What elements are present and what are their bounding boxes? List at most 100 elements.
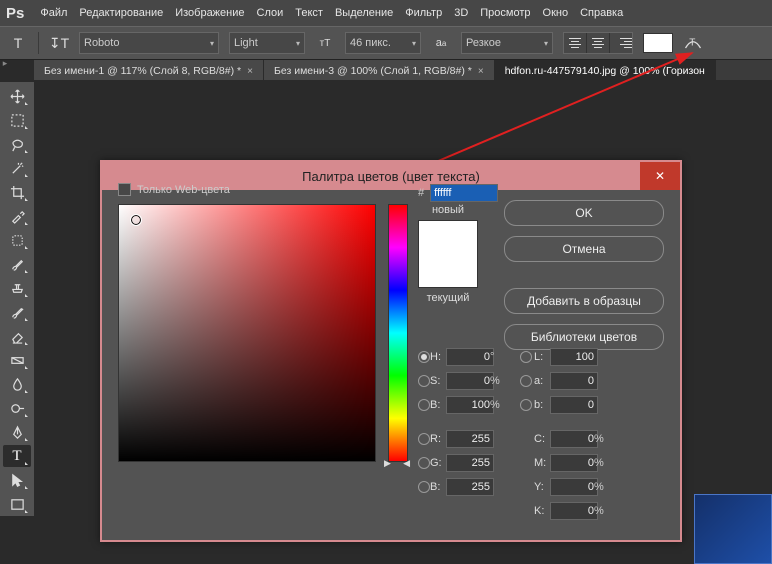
web-colors-checkbox[interactable] [118,183,131,196]
history-brush-tool[interactable] [3,301,31,323]
menu-file[interactable]: Файл [40,7,67,19]
unit-degree: ° [490,351,508,363]
input-s[interactable] [446,372,494,390]
tab-doc-1[interactable]: Без имени-1 @ 117% (Слой 8, RGB/8#) * × [34,60,264,82]
radio-b-hsb[interactable] [418,399,430,411]
align-left-button[interactable] [564,33,587,53]
radio-s[interactable] [418,375,430,387]
eyedropper-tool[interactable] [3,205,31,227]
magic-wand-tool[interactable] [3,157,31,179]
marquee-tool[interactable] [3,109,31,131]
menu-view[interactable]: Просмотр [480,7,530,19]
radio-h[interactable] [418,351,430,363]
input-c[interactable] [550,430,598,448]
menu-filter[interactable]: Фильтр [405,7,442,19]
unit-percent: % [594,505,612,517]
divider [38,32,39,54]
radio-r[interactable] [418,433,430,445]
panel-handle-icon[interactable]: ▸ [0,58,10,68]
unit-percent: % [594,433,612,445]
lasso-tool[interactable] [3,133,31,155]
tab-doc-2[interactable]: Без имени-3 @ 100% (Слой 1, RGB/8#) * × [264,60,495,82]
close-icon[interactable]: × [247,66,253,77]
tab-doc-3[interactable]: hdfon.ru-447579140.jpg @ 100% (Горизон [495,60,716,82]
ok-button[interactable]: OK [504,200,664,226]
align-center-button[interactable] [587,33,610,53]
blur-tool[interactable] [3,373,31,395]
label-b-lab: b: [534,399,550,411]
input-l[interactable] [550,348,598,366]
input-b-rgb[interactable] [446,478,494,496]
font-family-dropdown[interactable]: Roboto▾ [79,32,219,54]
hue-slider-marker[interactable]: ▶◀ [384,458,410,469]
antialias-value: Резкое [466,37,501,49]
move-tool[interactable] [3,85,31,107]
crop-tool[interactable] [3,181,31,203]
input-b-lab[interactable] [550,396,598,414]
hex-input[interactable] [430,184,498,202]
web-colors-label: Только Web-цвета [137,184,230,196]
antialias-dropdown[interactable]: Резкое▾ [461,32,553,54]
app-logo: Ps [6,5,24,22]
sb-picker-cursor[interactable] [131,215,141,225]
menu-select[interactable]: Выделение [335,7,393,19]
menu-help[interactable]: Справка [580,7,623,19]
align-right-button[interactable] [610,33,632,53]
antialias-icon: aa [431,33,451,53]
label-b-hsb: B: [430,399,446,411]
input-m[interactable] [550,454,598,472]
close-icon[interactable]: × [478,66,484,77]
color-libraries-button[interactable]: Библиотеки цветов [504,324,664,350]
text-color-swatch[interactable] [643,33,673,53]
input-b-hsb[interactable] [446,396,494,414]
label-m: M: [534,457,550,469]
input-g[interactable] [446,454,494,472]
hue-slider[interactable] [388,204,408,462]
tab-label: hdfon.ru-447579140.jpg @ 100% (Горизон [505,65,705,77]
radio-g[interactable] [418,457,430,469]
menu-image[interactable]: Изображение [175,7,244,19]
radio-a[interactable] [520,375,532,387]
label-s: S: [430,375,446,387]
dodge-tool[interactable] [3,397,31,419]
gradient-tool[interactable] [3,349,31,371]
input-h[interactable] [446,348,494,366]
radio-b-rgb[interactable] [418,481,430,493]
menu-layer[interactable]: Слои [257,7,284,19]
input-y[interactable] [550,478,598,496]
add-to-swatches-button[interactable]: Добавить в образцы [504,288,664,314]
path-selection-tool[interactable] [3,469,31,491]
new-current-swatch[interactable] [418,220,478,288]
color-value-fields: H:° L: S:% a: B:% b: R: C:% G: M:% B: Y:… [418,348,612,520]
menu-edit[interactable]: Редактирование [79,7,163,19]
radio-l[interactable] [520,351,532,363]
close-button[interactable]: ✕ [640,162,680,190]
font-size-icon: тT [315,33,335,53]
warp-text-icon[interactable]: T [683,33,703,53]
saturation-brightness-field[interactable] [118,204,376,462]
input-k[interactable] [550,502,598,520]
eraser-tool[interactable] [3,325,31,347]
menu-window[interactable]: Окно [543,7,569,19]
tab-label: Без имени-1 @ 117% (Слой 8, RGB/8#) * [44,65,241,77]
radio-b-lab[interactable] [520,399,532,411]
menu-3d[interactable]: 3D [454,7,468,19]
healing-brush-tool[interactable] [3,229,31,251]
pen-tool[interactable] [3,421,31,443]
text-orientation-icon[interactable]: ↧T [49,33,69,53]
tab-label: Без имени-3 @ 100% (Слой 1, RGB/8#) * [274,65,472,77]
rectangle-tool[interactable] [3,493,31,515]
font-style-dropdown[interactable]: Light▾ [229,32,305,54]
unit-percent: % [490,375,508,387]
svg-text:T: T [689,38,695,49]
cancel-button[interactable]: Отмена [504,236,664,262]
brush-tool[interactable] [3,253,31,275]
label-b-rgb: B: [430,481,446,493]
input-a[interactable] [550,372,598,390]
menu-type[interactable]: Текст [295,7,323,19]
font-size-dropdown[interactable]: 46 пикс.▾ [345,32,421,54]
label-c: C: [534,433,550,445]
clone-stamp-tool[interactable] [3,277,31,299]
type-tool[interactable]: T [3,445,31,467]
input-r[interactable] [446,430,494,448]
